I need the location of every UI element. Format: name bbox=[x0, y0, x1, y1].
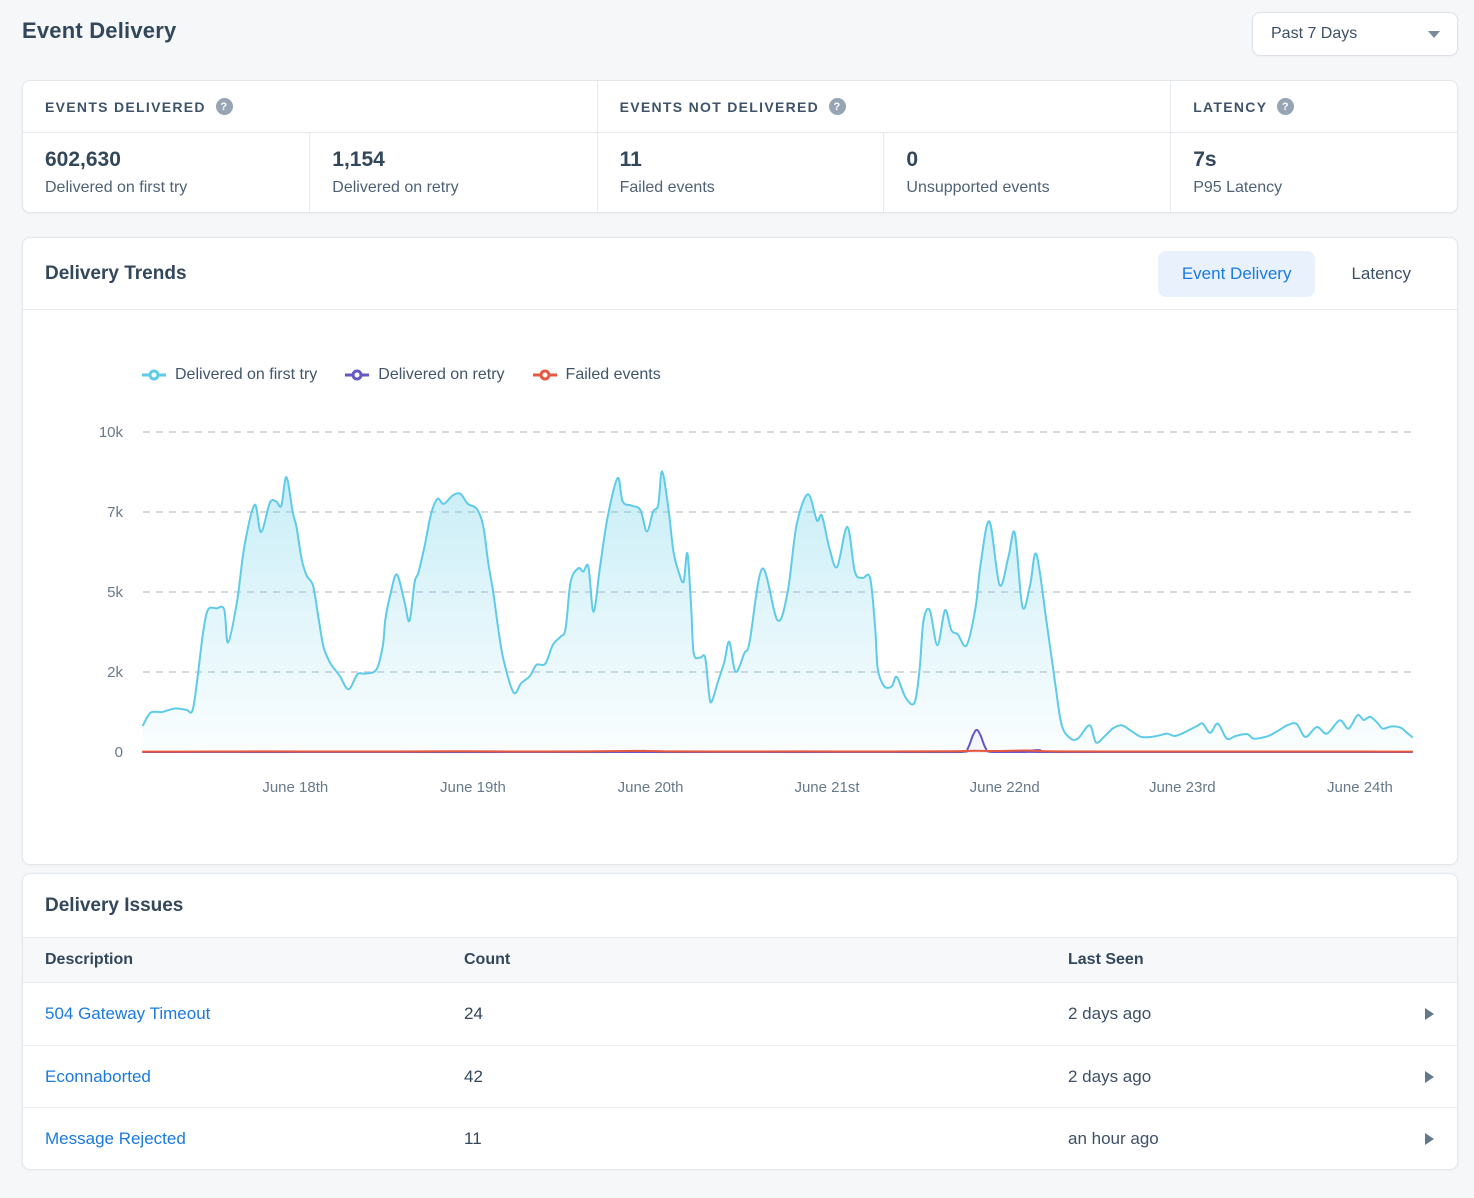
series-area-0 bbox=[143, 471, 1412, 752]
metric-value: 7s bbox=[1193, 148, 1435, 172]
delivery-trends-title: Delivery Trends bbox=[45, 263, 187, 285]
chevron-right-icon[interactable] bbox=[1401, 1132, 1457, 1146]
legend-marker-icon bbox=[141, 369, 167, 381]
legend-label: Failed events bbox=[566, 366, 661, 384]
table-row[interactable]: 504 Gateway Timeout 24 2 days ago bbox=[23, 983, 1457, 1045]
metric-label: Delivered on first try bbox=[45, 179, 287, 197]
column-header-count: Count bbox=[464, 951, 1068, 969]
svg-text:7k: 7k bbox=[107, 504, 123, 521]
issue-last-seen: 2 days ago bbox=[1068, 1004, 1401, 1024]
delivery-trends-header: Delivery Trends Event Delivery Latency bbox=[23, 238, 1457, 310]
metric-value: 602,630 bbox=[45, 148, 287, 172]
legend-item-failed[interactable]: Failed events bbox=[532, 366, 661, 384]
svg-text:5k: 5k bbox=[107, 584, 123, 601]
time-range-dropdown[interactable]: Past 7 Days bbox=[1252, 12, 1458, 56]
svg-text:0: 0 bbox=[115, 744, 123, 761]
stat-section-header: EVENTS NOT DELIVERED ? bbox=[598, 81, 1171, 133]
issues-table-header: Description Count Last Seen bbox=[23, 937, 1457, 983]
stats-summary-card: EVENTS DELIVERED ? 602,630 Delivered on … bbox=[22, 80, 1458, 213]
table-row[interactable]: Message Rejected 11 an hour ago bbox=[23, 1107, 1457, 1169]
delivery-trends-chart[interactable]: 02k5k7k10kJune 18thJune 19thJune 20thJun… bbox=[23, 396, 1457, 808]
page-title: Event Delivery bbox=[22, 18, 176, 44]
tab-latency[interactable]: Latency bbox=[1327, 251, 1435, 297]
legend-label: Delivered on first try bbox=[175, 366, 317, 384]
svg-text:June 20th: June 20th bbox=[618, 779, 684, 796]
chevron-right-icon[interactable] bbox=[1401, 1070, 1457, 1084]
delivery-trends-card: Delivery Trends Event Delivery Latency D… bbox=[22, 237, 1458, 865]
series-line-2 bbox=[143, 751, 1412, 752]
issue-count: 11 bbox=[464, 1129, 1068, 1149]
svg-text:2k: 2k bbox=[107, 664, 123, 681]
stat-section-latency: LATENCY ? 7s P95 Latency bbox=[1170, 81, 1457, 212]
legend-marker-icon bbox=[532, 369, 558, 381]
svg-text:10k: 10k bbox=[99, 424, 124, 441]
question-mark-icon[interactable]: ? bbox=[829, 98, 846, 115]
question-mark-icon[interactable]: ? bbox=[216, 98, 233, 115]
svg-text:June 18th: June 18th bbox=[262, 779, 328, 796]
metric-label: Failed events bbox=[620, 179, 862, 197]
metric-label: P95 Latency bbox=[1193, 179, 1435, 197]
issue-link[interactable]: Message Rejected bbox=[45, 1129, 464, 1149]
legend-marker-icon bbox=[344, 369, 370, 381]
stat-section-body: 11 Failed events 0 Unsupported events bbox=[598, 133, 1171, 212]
chevron-down-icon bbox=[1428, 31, 1440, 38]
issue-count: 42 bbox=[464, 1067, 1068, 1087]
issue-last-seen: an hour ago bbox=[1068, 1129, 1401, 1149]
issue-last-seen: 2 days ago bbox=[1068, 1067, 1401, 1087]
stat-section-events-delivered: EVENTS DELIVERED ? 602,630 Delivered on … bbox=[23, 81, 597, 212]
delivery-issues-card: Delivery Issues Description Count Last S… bbox=[22, 873, 1458, 1170]
stat-section-body: 602,630 Delivered on first try 1,154 Del… bbox=[23, 133, 597, 212]
trend-tabs: Event Delivery Latency bbox=[1158, 251, 1435, 297]
metric-value: 0 bbox=[906, 148, 1148, 172]
metric-label: Delivered on retry bbox=[332, 179, 574, 197]
metric-value: 1,154 bbox=[332, 148, 574, 172]
issue-link[interactable]: 504 Gateway Timeout bbox=[45, 1004, 464, 1024]
svg-text:June 23rd: June 23rd bbox=[1149, 779, 1216, 796]
delivery-issues-title: Delivery Issues bbox=[23, 874, 1457, 937]
issue-link[interactable]: Econnaborted bbox=[45, 1067, 464, 1087]
legend-item-first-try[interactable]: Delivered on first try bbox=[141, 366, 317, 384]
svg-text:June 22nd: June 22nd bbox=[970, 779, 1040, 796]
metric-delivered-retry: 1,154 Delivered on retry bbox=[309, 133, 596, 212]
issue-count: 24 bbox=[464, 1004, 1068, 1024]
x-axis-labels: June 18th June 19th June 20th June 21st June… bbox=[262, 779, 1393, 796]
chart-legend: Delivered on first try Delivered on retr… bbox=[141, 366, 1457, 384]
column-header-last-seen: Last Seen bbox=[1068, 951, 1401, 969]
chevron-right-icon[interactable] bbox=[1401, 1007, 1457, 1021]
legend-item-retry[interactable]: Delivered on retry bbox=[344, 366, 504, 384]
stat-section-header: EVENTS DELIVERED ? bbox=[23, 81, 597, 133]
stat-section-title: EVENTS NOT DELIVERED bbox=[620, 99, 819, 115]
svg-text:June 19th: June 19th bbox=[440, 779, 506, 796]
stat-section-events-not-delivered: EVENTS NOT DELIVERED ? 11 Failed events … bbox=[597, 81, 1171, 212]
metric-label: Unsupported events bbox=[906, 179, 1148, 197]
svg-text:June 24th: June 24th bbox=[1327, 779, 1393, 796]
table-row[interactable]: Econnaborted 42 2 days ago bbox=[23, 1045, 1457, 1107]
legend-label: Delivered on retry bbox=[378, 366, 504, 384]
stat-section-title: LATENCY bbox=[1193, 99, 1267, 115]
stat-section-body: 7s P95 Latency bbox=[1171, 133, 1457, 212]
metric-delivered-first-try: 602,630 Delivered on first try bbox=[23, 133, 309, 212]
svg-text:June 21st: June 21st bbox=[794, 779, 860, 796]
time-range-value: Past 7 Days bbox=[1271, 25, 1357, 43]
column-header-description: Description bbox=[45, 951, 464, 969]
metric-value: 11 bbox=[620, 148, 862, 172]
metric-p95-latency: 7s P95 Latency bbox=[1171, 133, 1457, 212]
tab-event-delivery[interactable]: Event Delivery bbox=[1158, 251, 1316, 297]
page-header: Event Delivery Past 7 Days bbox=[22, 12, 1458, 56]
stat-section-header: LATENCY ? bbox=[1171, 81, 1457, 133]
metric-unsupported-events: 0 Unsupported events bbox=[883, 133, 1170, 212]
stat-section-title: EVENTS DELIVERED bbox=[45, 99, 206, 115]
question-mark-icon[interactable]: ? bbox=[1277, 98, 1294, 115]
metric-failed-events: 11 Failed events bbox=[598, 133, 884, 212]
